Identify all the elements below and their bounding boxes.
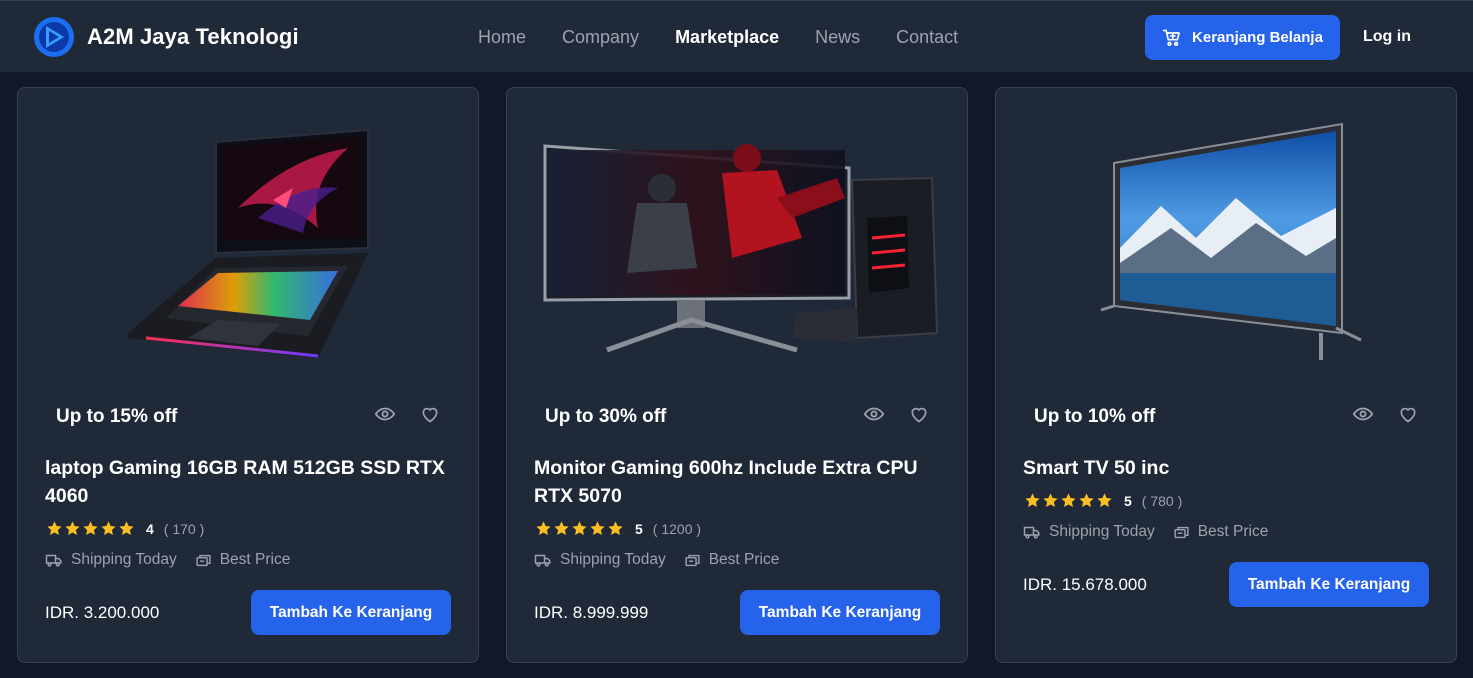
discount-badge: Up to 30% off xyxy=(545,406,667,427)
product-features: Shipping Today Best Price xyxy=(534,551,797,569)
rating-stars xyxy=(535,520,625,537)
truck-icon xyxy=(1023,526,1040,539)
product-features: Shipping Today Best Price xyxy=(45,551,308,569)
product-title[interactable]: Smart TV 50 inc xyxy=(1023,454,1428,482)
feature-price-label: Best Price xyxy=(219,551,291,568)
feature-shipping-label: Shipping Today xyxy=(1049,523,1155,540)
add-to-cart-button[interactable]: Tambah Ke Keranjang xyxy=(1229,562,1429,607)
truck-icon xyxy=(45,554,62,567)
feature-shipping-label: Shipping Today xyxy=(560,551,666,568)
brand-name: A2M Jaya Teknologi xyxy=(87,24,299,49)
product-price: IDR. 15.678.000 xyxy=(1023,575,1147,594)
add-to-cart-button[interactable]: Tambah Ke Keranjang xyxy=(251,590,451,635)
product-price: IDR. 8.999.999 xyxy=(534,603,649,622)
feature-shipping-label: Shipping Today xyxy=(71,551,177,568)
product-price: IDR. 3.200.000 xyxy=(45,603,160,622)
price-tag-icon xyxy=(1174,526,1189,538)
product-image-monitor[interactable] xyxy=(507,88,969,378)
logo-icon xyxy=(34,17,74,57)
rating-stars xyxy=(1024,492,1114,509)
nav-company[interactable]: Company xyxy=(562,27,639,48)
discount-badge: Up to 15% off xyxy=(56,406,178,427)
product-card: Up to 15% off laptop Gaming 16GB RAM 512… xyxy=(17,87,479,663)
star-icon xyxy=(554,521,569,535)
quick-view-eye-icon[interactable] xyxy=(863,403,885,425)
add-to-cart-button[interactable]: Tambah Ke Keranjang xyxy=(740,590,940,635)
cart-icon xyxy=(1162,29,1180,46)
star-icon xyxy=(572,521,587,535)
star-icon xyxy=(1043,493,1058,507)
feature-shipping: Shipping Today xyxy=(1023,523,1155,541)
rating-value: 5 xyxy=(635,520,643,537)
brand[interactable]: A2M Jaya Teknologi xyxy=(34,17,299,57)
feature-price: Best Price xyxy=(1173,523,1269,541)
wishlist-heart-icon[interactable] xyxy=(909,404,929,424)
nav-news[interactable]: News xyxy=(815,27,860,48)
feature-price: Best Price xyxy=(684,551,780,569)
star-icon xyxy=(101,521,116,535)
feature-price-label: Best Price xyxy=(1197,523,1269,540)
product-card: Up to 10% off Smart TV 50 inc 5 ( 780 ) … xyxy=(995,87,1457,663)
wishlist-heart-icon[interactable] xyxy=(1398,404,1418,424)
rating-value: 5 xyxy=(1124,492,1132,509)
nav-home[interactable]: Home xyxy=(478,27,526,48)
feature-shipping: Shipping Today xyxy=(534,551,666,569)
truck-icon xyxy=(534,554,551,567)
star-icon xyxy=(1025,493,1040,507)
star-icon xyxy=(119,521,134,535)
feature-price: Best Price xyxy=(195,551,291,569)
login-link[interactable]: Log in xyxy=(1363,28,1411,46)
product-title[interactable]: Monitor Gaming 600hz Include Extra CPU R… xyxy=(534,454,939,510)
review-count: ( 780 ) xyxy=(1141,492,1183,509)
star-icon xyxy=(1061,493,1076,507)
rating-stars xyxy=(46,520,136,537)
star-icon xyxy=(590,521,605,535)
product-image-tv[interactable] xyxy=(996,88,1458,378)
review-count: ( 170 ) xyxy=(163,520,205,537)
product-rating: 4 ( 170 ) xyxy=(46,520,204,537)
wishlist-heart-icon[interactable] xyxy=(420,404,440,424)
product-features: Shipping Today Best Price xyxy=(1023,523,1286,541)
star-icon xyxy=(83,521,98,535)
product-image-laptop[interactable] xyxy=(18,88,480,378)
top-navbar: A2M Jaya Teknologi Home Company Marketpl… xyxy=(0,0,1473,73)
quick-view-eye-icon[interactable] xyxy=(1352,403,1374,425)
rating-value: 4 xyxy=(146,520,154,537)
feature-price-label: Best Price xyxy=(708,551,780,568)
discount-badge: Up to 10% off xyxy=(1034,406,1156,427)
star-icon xyxy=(536,521,551,535)
nav-contact[interactable]: Contact xyxy=(896,27,958,48)
feature-shipping: Shipping Today xyxy=(45,551,177,569)
price-tag-icon xyxy=(196,554,211,566)
product-rating: 5 ( 1200 ) xyxy=(535,520,701,537)
star-icon xyxy=(65,521,80,535)
star-icon xyxy=(47,521,62,535)
product-rating: 5 ( 780 ) xyxy=(1024,492,1182,509)
shopping-cart-button[interactable]: Keranjang Belanja xyxy=(1145,15,1340,60)
main-nav: Home Company Marketplace News Contact xyxy=(478,27,994,48)
star-icon xyxy=(608,521,623,535)
nav-marketplace[interactable]: Marketplace xyxy=(675,27,779,48)
quick-view-eye-icon[interactable] xyxy=(374,403,396,425)
product-title[interactable]: laptop Gaming 16GB RAM 512GB SSD RTX 406… xyxy=(45,454,450,510)
product-card: Up to 30% off Monitor Gaming 600hz Inclu… xyxy=(506,87,968,663)
price-tag-icon xyxy=(685,554,700,566)
star-icon xyxy=(1079,493,1094,507)
star-icon xyxy=(1097,493,1112,507)
cart-button-label: Keranjang Belanja xyxy=(1192,29,1323,46)
review-count: ( 1200 ) xyxy=(652,520,702,537)
